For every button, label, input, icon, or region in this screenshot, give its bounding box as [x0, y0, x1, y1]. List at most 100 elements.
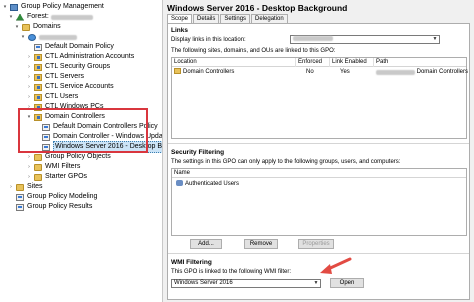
- expand-toggle-icon[interactable]: ›: [26, 82, 32, 92]
- redacted-path: [376, 69, 415, 75]
- cell-location: Domain Controllers: [172, 68, 296, 76]
- tree-forest-label: Forest:: [27, 13, 49, 20]
- links-description: The following sites, domains, and OUs ar…: [171, 48, 336, 54]
- add-button[interactable]: Add...: [190, 239, 222, 249]
- tree-root-label: Group Policy Management: [21, 3, 104, 10]
- tree-item-label: CTL Servers: [45, 73, 85, 80]
- expand-toggle-icon[interactable]: ›: [26, 172, 32, 182]
- gpo-title: Windows Server 2016 - Desktop Background: [167, 3, 348, 13]
- wmi-filter-value: Windows Server 2016: [174, 280, 233, 286]
- list-item-label: Authenticated Users: [185, 181, 240, 187]
- location-combo[interactable]: ▼: [290, 35, 440, 44]
- tree-item-ctl-users[interactable]: › CTL Users: [26, 92, 78, 102]
- tree-item-gp-modeling[interactable]: Group Policy Modeling: [16, 192, 97, 202]
- gpm-icon: [10, 3, 18, 11]
- redacted-domain-name: [39, 34, 77, 40]
- tree-item-label: Default Domain Policy: [45, 43, 114, 50]
- tree-domains[interactable]: ▾ Domains: [14, 22, 61, 32]
- column-name[interactable]: Name: [172, 169, 468, 178]
- tree-item-ctl-service-accounts[interactable]: › CTL Service Accounts: [26, 82, 114, 92]
- tab-strip: Scope Details Settings Delegation: [167, 14, 289, 23]
- tree-item-ctl-servers[interactable]: › CTL Servers: [26, 72, 84, 82]
- tab-settings[interactable]: Settings: [220, 14, 251, 23]
- tree-item-label: Sites: [27, 183, 43, 190]
- folder-icon: [34, 163, 42, 171]
- tree-item-ctl-admin-accounts[interactable]: › CTL Administration Accounts: [26, 52, 134, 62]
- chevron-down-icon: ▼: [313, 280, 319, 286]
- ou-icon: [34, 93, 42, 101]
- divider: [168, 253, 469, 254]
- column-enforced[interactable]: Enforced: [296, 58, 330, 67]
- results-icon: [16, 203, 24, 211]
- chevron-down-icon: ▼: [432, 36, 438, 42]
- domain-icon: [28, 33, 36, 41]
- properties-button[interactable]: Properties: [298, 239, 334, 249]
- expand-toggle-icon[interactable]: ›: [26, 152, 32, 162]
- links-heading: Links: [171, 27, 188, 34]
- location-text: Domain Controllers: [183, 69, 235, 75]
- ou-icon: [34, 83, 42, 91]
- collapse-toggle-icon[interactable]: ▾: [14, 22, 20, 32]
- links-table[interactable]: Location Enforced Link Enabled Path Doma…: [171, 57, 468, 139]
- tree-item-group-policy-objects[interactable]: › Group Policy Objects: [26, 152, 111, 162]
- folder-icon: [22, 23, 30, 31]
- list-item[interactable]: Authenticated Users: [174, 180, 374, 188]
- redacted-forest-name: [50, 14, 93, 20]
- ou-icon: [34, 63, 42, 71]
- ou-icon: [174, 68, 181, 75]
- wmi-filter-combo[interactable]: Windows Server 2016 ▼: [171, 279, 321, 288]
- remove-button[interactable]: Remove: [244, 239, 278, 249]
- tree-item-label: CTL Administration Accounts: [45, 53, 135, 60]
- expand-toggle-icon[interactable]: ›: [26, 62, 32, 72]
- column-path[interactable]: Path: [374, 58, 468, 67]
- collapse-toggle-icon[interactable]: ▾: [2, 2, 8, 12]
- redacted-location: [293, 36, 333, 41]
- column-link-enabled[interactable]: Link Enabled: [330, 58, 374, 67]
- expand-toggle-icon[interactable]: ›: [26, 52, 32, 62]
- links-table-header: Location Enforced Link Enabled Path: [172, 58, 466, 67]
- tree-domain[interactable]: ▾: [20, 32, 77, 42]
- security-description: The settings in this GPO can only apply …: [171, 159, 401, 165]
- expand-toggle-icon[interactable]: ›: [8, 182, 14, 192]
- tree-item-label: CTL Users: [45, 93, 79, 100]
- folder-icon: [34, 153, 42, 161]
- gpo-link-icon: [34, 43, 42, 51]
- tree-item-label: Group Policy Modeling: [27, 193, 98, 200]
- tree-item-label: WMI Filters: [45, 163, 81, 170]
- tree-item-label: Starter GPOs: [45, 173, 88, 180]
- tree-item-sites[interactable]: › Sites: [8, 182, 43, 192]
- users-icon: [176, 180, 183, 187]
- cell-link-enabled: Yes: [340, 69, 350, 75]
- tab-delegation[interactable]: Delegation: [251, 14, 288, 23]
- open-button[interactable]: Open: [330, 278, 364, 288]
- tree-item-label: Group Policy Objects: [45, 153, 111, 160]
- tree-item-gp-results[interactable]: Group Policy Results: [16, 202, 92, 212]
- divider: [168, 143, 469, 144]
- expand-toggle-icon[interactable]: ›: [26, 162, 32, 172]
- cell-path: Domain Controllers: [374, 68, 468, 76]
- display-links-label: Display links in this location:: [171, 37, 246, 43]
- collapse-toggle-icon[interactable]: ▾: [20, 32, 26, 42]
- tree-root[interactable]: ▾ Group Policy Management: [2, 2, 104, 12]
- tree-item-wmi-filters[interactable]: › WMI Filters: [26, 162, 80, 172]
- sites-icon: [16, 183, 24, 191]
- path-text: Domain Controllers: [416, 69, 468, 75]
- tree-item-label: Group Policy Results: [27, 203, 93, 210]
- tab-scope[interactable]: Scope: [167, 14, 193, 23]
- security-list[interactable]: Name Authenticated Users: [171, 168, 467, 236]
- tree-item-ctl-security-groups[interactable]: › CTL Security Groups: [26, 62, 110, 72]
- tree-item-label: CTL Service Accounts: [45, 83, 114, 90]
- column-location[interactable]: Location: [172, 58, 296, 67]
- wmi-description: This GPO is linked to the following WMI …: [171, 269, 292, 275]
- collapse-toggle-icon[interactable]: ▾: [8, 12, 14, 22]
- expand-toggle-icon[interactable]: ›: [26, 92, 32, 102]
- annotation-arrow-icon: [320, 257, 352, 274]
- tab-details[interactable]: Details: [193, 14, 220, 23]
- security-list-header: Name: [172, 169, 466, 178]
- folder-icon: [34, 173, 42, 181]
- expand-toggle-icon[interactable]: ›: [26, 72, 32, 82]
- cell-enforced: No: [306, 69, 314, 75]
- tree-item-default-domain-policy[interactable]: Default Domain Policy: [34, 42, 114, 52]
- tree-forest[interactable]: ▾ Forest:: [8, 12, 93, 22]
- tree-item-starter-gpos[interactable]: › Starter GPOs: [26, 172, 87, 182]
